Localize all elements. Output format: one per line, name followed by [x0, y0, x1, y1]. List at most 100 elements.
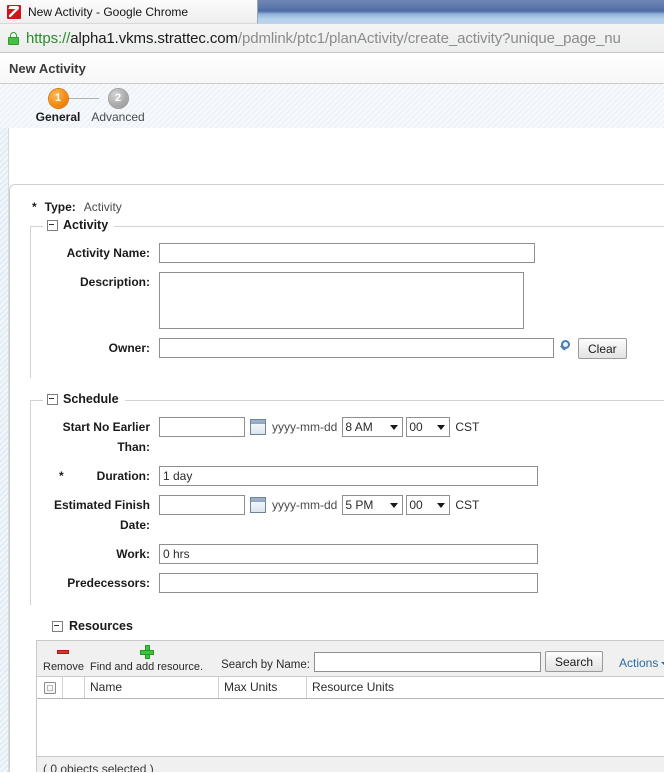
- step-label: Advanced: [91, 110, 145, 124]
- select-all-header[interactable]: [37, 677, 63, 698]
- duration-label: * Duration:: [31, 466, 159, 486]
- wizard-steps-bar: 1 General 2 Advanced: [0, 84, 664, 128]
- start-hour-select-wrap: 8 AM: [342, 417, 404, 437]
- start-minute-select[interactable]: 00: [406, 417, 451, 437]
- activity-name-row: Activity Name:: [31, 243, 664, 263]
- activity-section-title: Activity: [63, 218, 109, 232]
- resources-table: Remove Find and add resource. Search by …: [36, 640, 664, 772]
- form-card: * Type: Activity Activity Activity Name:…: [9, 184, 664, 772]
- wizard-step-general[interactable]: 1 General: [28, 89, 88, 124]
- start-no-earlier-than-row: Start No Earlier Than: yyyy-mm-dd 8 AM 0…: [31, 417, 664, 457]
- resources-table-body: [37, 699, 664, 756]
- duration-input[interactable]: [159, 466, 538, 486]
- predecessors-label: Predecessors:: [67, 576, 150, 590]
- page-header: New Activity: [0, 53, 664, 84]
- resources-toolbar: Remove Find and add resource. Search by …: [37, 641, 664, 677]
- plus-icon: [139, 645, 154, 659]
- browser-title-bar: New Activity - Google Chrome: [0, 0, 664, 24]
- url-path: /pdmlink/ptc1/planActivity/create_activi…: [237, 29, 621, 47]
- collapse-icon[interactable]: [52, 620, 63, 632]
- step-number-badge: 2: [108, 89, 128, 108]
- actions-label: Actions: [619, 656, 659, 670]
- strattec-logo-icon: [7, 4, 21, 19]
- resources-section-legend[interactable]: Resources: [52, 619, 133, 633]
- lock-icon[interactable]: [8, 31, 19, 45]
- work-input[interactable]: [159, 544, 538, 564]
- finish-timezone-label: CST: [455, 498, 480, 512]
- add-resource-label: Find and add resource.: [89, 661, 204, 673]
- actions-menu[interactable]: Actions: [619, 656, 664, 670]
- type-row: * Type: Activity: [24, 194, 664, 226]
- start-date-input[interactable]: [159, 417, 245, 437]
- column-header-name[interactable]: Name: [85, 677, 219, 698]
- owner-input[interactable]: [159, 338, 554, 358]
- collapse-icon[interactable]: [47, 219, 58, 231]
- activity-section-legend[interactable]: Activity: [43, 218, 115, 232]
- activity-name-label: Activity Name:: [66, 246, 150, 260]
- start-no-earlier-than-label: Start No Earlier Than:: [62, 420, 150, 454]
- start-timezone-label: CST: [455, 420, 480, 434]
- resources-table-status: ( 0 objects selected ): [37, 756, 664, 772]
- schedule-section-legend[interactable]: Schedule: [43, 392, 125, 406]
- search-by-name-input[interactable]: [313, 652, 541, 672]
- schedule-section: Schedule Start No Earlier Than: yyyy-mm-…: [30, 392, 664, 605]
- search-icon[interactable]: [558, 339, 574, 356]
- description-label: Description:: [79, 275, 150, 289]
- start-hour-select[interactable]: 8 AM: [342, 417, 404, 437]
- description-row: Description:: [31, 272, 664, 329]
- select-all-checkbox[interactable]: [43, 681, 56, 694]
- remove-label: Remove: [43, 661, 84, 673]
- wizard-step-advanced[interactable]: 2 Advanced: [88, 89, 148, 124]
- calendar-icon[interactable]: [250, 497, 266, 513]
- work-row: Work:: [31, 544, 664, 564]
- remove-resource-button[interactable]: Remove: [43, 645, 84, 673]
- duration-label-text: Duration:: [96, 469, 150, 483]
- finish-date-input[interactable]: [159, 495, 245, 515]
- finish-minute-select[interactable]: 00: [406, 495, 451, 515]
- finish-minute-select-wrap: 00: [406, 495, 451, 515]
- estimated-finish-date-row: Estimated Finish Date: yyyy-mm-dd 5 PM 0…: [31, 495, 664, 535]
- url-scheme: https: [26, 29, 59, 47]
- resources-section: Resources Remove Find and add resource. …: [30, 619, 664, 772]
- owner-row: Owner: Clear: [31, 338, 664, 359]
- description-textarea[interactable]: [159, 272, 524, 329]
- activity-name-input[interactable]: [159, 243, 535, 263]
- header-spacer: [63, 677, 85, 698]
- page-content: New Activity 1 General 2 Advanced * Type…: [0, 53, 664, 772]
- start-date-format-hint: yyyy-mm-dd: [272, 420, 338, 434]
- finish-hour-select-wrap: 5 PM: [342, 495, 404, 515]
- calendar-icon[interactable]: [250, 419, 266, 435]
- search-button[interactable]: Search: [544, 651, 603, 672]
- browser-tab[interactable]: New Activity - Google Chrome: [0, 0, 258, 24]
- address-bar[interactable]: https://alpha1.vkms.strattec.com/pdmlink…: [0, 24, 664, 53]
- collapse-icon[interactable]: [47, 393, 58, 405]
- resources-table-header: Name Max Units Resource Units: [37, 677, 664, 699]
- required-marker: *: [32, 200, 37, 214]
- owner-clear-button[interactable]: Clear: [578, 338, 627, 359]
- left-gutter: [0, 84, 9, 772]
- predecessors-input[interactable]: [159, 573, 538, 593]
- url-separator: ://: [58, 29, 71, 47]
- duration-row: * Duration:: [31, 466, 664, 486]
- start-minute-select-wrap: 00: [406, 417, 451, 437]
- finish-hour-select[interactable]: 5 PM: [342, 495, 404, 515]
- finish-date-format-hint: yyyy-mm-dd: [272, 498, 338, 512]
- resources-section-title: Resources: [69, 619, 133, 633]
- wizard-steps: 1 General 2 Advanced: [9, 84, 664, 124]
- column-header-max-units[interactable]: Max Units: [219, 677, 307, 698]
- url-host: alpha1.vkms.strattec.com: [70, 29, 238, 47]
- schedule-section-title: Schedule: [63, 392, 119, 406]
- url-text: https://alpha1.vkms.strattec.com/pdmlink…: [26, 30, 621, 47]
- step-label: General: [35, 110, 81, 124]
- owner-label: Owner:: [108, 341, 150, 355]
- activity-section: Activity Activity Name: Description: Own…: [30, 218, 664, 378]
- search-by-name-label: Search by Name:: [221, 659, 310, 671]
- add-resource-button[interactable]: Find and add resource.: [90, 645, 203, 673]
- column-header-resource-units[interactable]: Resource Units: [307, 677, 664, 698]
- minus-icon: [56, 645, 70, 659]
- estimated-finish-date-label: Estimated Finish Date:: [53, 498, 150, 532]
- predecessors-row: Predecessors:: [31, 573, 664, 593]
- browser-tab-title: New Activity - Google Chrome: [28, 4, 189, 19]
- type-value: Activity: [83, 200, 122, 214]
- step-number-badge: 1: [48, 89, 68, 108]
